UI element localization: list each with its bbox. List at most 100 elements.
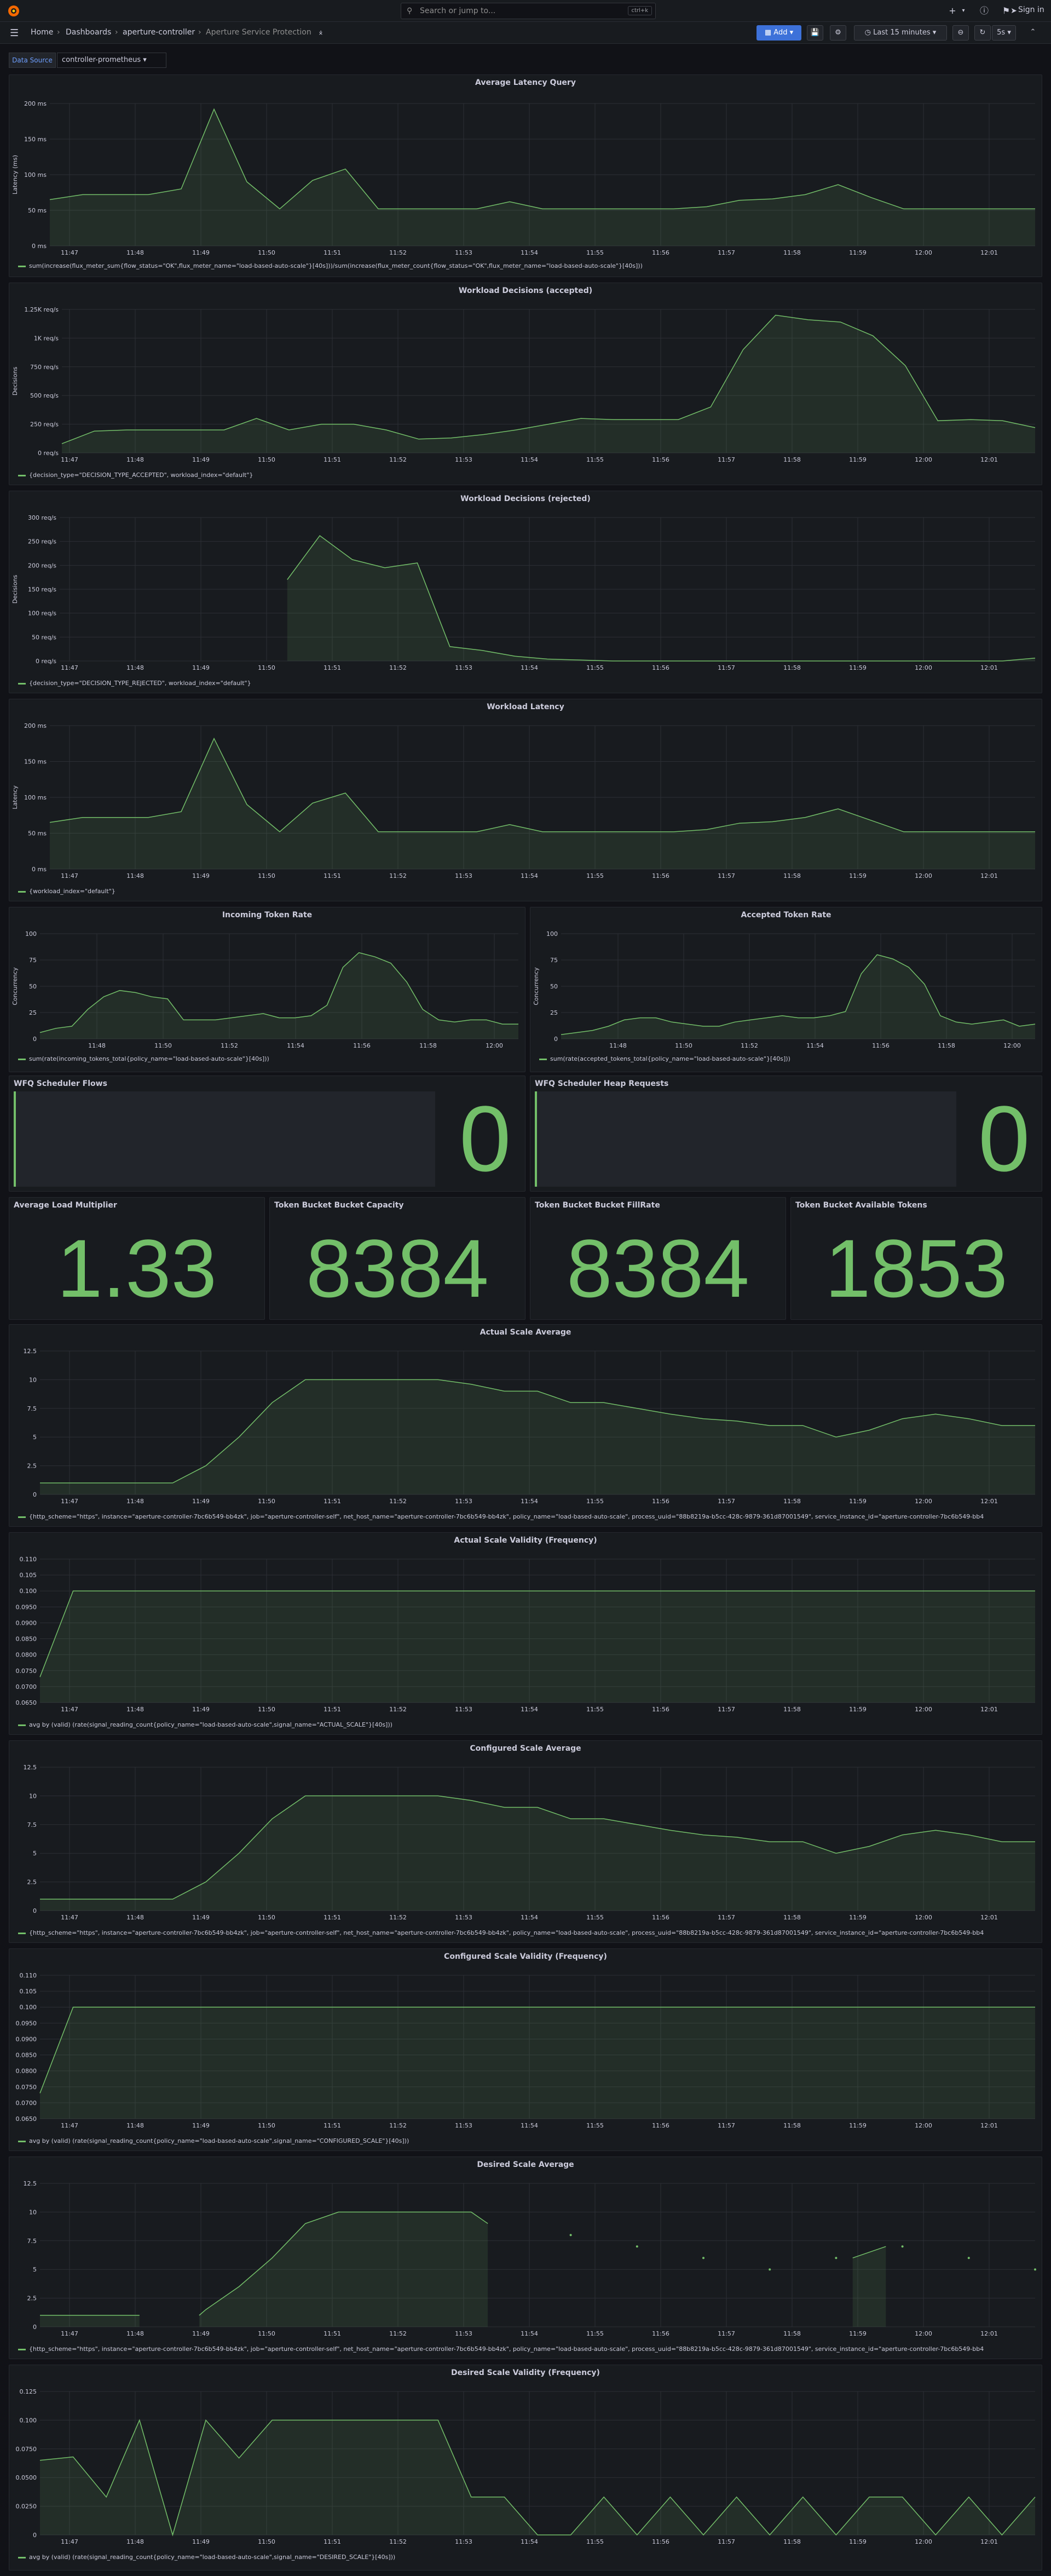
x-tick-label: 11:58 — [783, 872, 801, 879]
series-point — [769, 2268, 771, 2271]
panel-bucket-fillrate[interactable]: Token Bucket Bucket FillRate 8384 — [530, 1197, 786, 1320]
gauge-bar — [14, 1091, 435, 1187]
legend-item[interactable]: avg by (valid) (rate(signal_reading_coun… — [18, 2137, 409, 2144]
x-tick-label: 11:58 — [783, 1498, 801, 1505]
x-tick-label: 12:00 — [915, 1914, 932, 1921]
legend-item[interactable]: avg by (valid) (rate(signal_reading_coun… — [18, 1721, 392, 1728]
x-tick-label: 11:56 — [652, 249, 669, 256]
legend-item[interactable]: sum(increase(flux_meter_sum{flow_status=… — [18, 262, 643, 269]
x-tick-label: 11:54 — [521, 872, 538, 879]
x-tick-label: 11:51 — [324, 2122, 341, 2129]
x-tick-label: 11:47 — [61, 456, 78, 463]
clock-icon: ◷ — [864, 28, 874, 37]
chevron-down-icon[interactable]: ▾ — [957, 4, 970, 18]
y-tick-label: 2.5 — [27, 1463, 37, 1470]
x-tick-label: 12:01 — [980, 1706, 998, 1713]
legend-item[interactable]: {decision_type="DECISION_TYPE_REJECTED",… — [18, 680, 251, 687]
y-tick-label: 75 — [550, 957, 558, 964]
share-icon[interactable]: ⨰ — [314, 26, 327, 39]
menu-icon[interactable]: ☰ — [10, 27, 19, 39]
x-tick-label: 11:57 — [718, 2330, 735, 2337]
panel-bucket-available[interactable]: Token Bucket Available Tokens 1853 — [790, 1197, 1042, 1320]
x-tick-label: 11:57 — [718, 249, 735, 256]
x-tick-label: 11:49 — [192, 2122, 210, 2129]
x-tick-label: 11:53 — [455, 2122, 472, 2129]
x-tick-label: 11:50 — [258, 2330, 275, 2337]
panel-decisions-rejected[interactable]: Workload Decisions (rejected) 0 req/s 50 … — [9, 491, 1042, 693]
legend-item[interactable]: {http_scheme="https", instance="aperture… — [18, 1513, 984, 1520]
y-tick-label: 0.0750 — [16, 2446, 37, 2453]
refresh-button[interactable]: ↻ — [974, 25, 991, 41]
datasource-select[interactable]: controller-prometheus ▾ — [57, 53, 166, 68]
legend-item[interactable]: {http_scheme="https", instance="aperture… — [18, 2345, 984, 2353]
y-tick-label: 100 ms — [24, 794, 47, 801]
panel-title: Workload Decisions (accepted) — [458, 286, 593, 295]
panel-bucket-capacity[interactable]: Token Bucket Bucket Capacity 8384 — [269, 1197, 526, 1320]
x-tick-label: 11:51 — [324, 1498, 341, 1505]
panel-incoming-token-rate[interactable]: Incoming Token Rate 0 25 50 75 100 11:48 11:50… — [9, 907, 526, 1072]
panel-decisions-accepted[interactable]: Workload Decisions (accepted) 0 req/s 250… — [9, 283, 1042, 485]
chart-decisions-rejected: 0 req/s 50 req/s 100 req/s 150 req/s 200 req… — [11, 514, 1036, 671]
add-button[interactable]: ▦ Add ▾ — [757, 25, 801, 41]
panel-avg-latency[interactable]: Average Latency Query 0 ms 50 ms 100 ms 150… — [9, 74, 1042, 277]
time-picker-button[interactable]: ◷ Last 15 minutes ▾ — [854, 25, 947, 41]
legend-item[interactable]: {decision_type="DECISION_TYPE_ACCEPTED",… — [18, 472, 253, 479]
legend-item[interactable]: {workload_index="default"} — [18, 888, 116, 895]
y-tick-label: 0.0700 — [16, 1683, 37, 1691]
panel-configured-scale-validity[interactable]: Configured Scale Validity (Frequency) 0.… — [9, 1948, 1042, 2151]
x-tick-label: 11:49 — [192, 456, 210, 463]
series-swatch — [18, 2348, 26, 2350]
y-tick-label: 0 — [33, 1036, 37, 1043]
x-tick-label: 11:52 — [741, 1042, 758, 1049]
x-tick-label: 12:00 — [486, 1042, 503, 1049]
y-tick-label: 300 req/s — [28, 514, 56, 521]
series-point — [967, 2257, 970, 2259]
x-tick-label: 11:52 — [389, 2330, 407, 2337]
zoom-out-button[interactable]: ⊖ — [952, 25, 969, 41]
save-dashboard-button[interactable]: 💾 — [807, 25, 823, 41]
panel-wfq-flows[interactable]: WFQ Scheduler Flows 0 — [9, 1076, 526, 1192]
refresh-interval-label: 5s — [997, 28, 1006, 37]
series-swatch — [18, 1932, 26, 1934]
panel-actual-scale-avg[interactable]: Actual Scale Average 0 2.5 5 7.5 10 12.5 11:47… — [9, 1324, 1042, 1527]
x-tick-label: 11:48 — [126, 2538, 144, 2545]
panel-wfq-heap[interactable]: WFQ Scheduler Heap Requests 0 — [530, 1076, 1042, 1192]
x-tick-label: 12:00 — [915, 664, 932, 671]
sign-in-link[interactable]: Sign in — [1018, 5, 1044, 14]
legend-item[interactable]: {http_scheme="https", instance="aperture… — [18, 1929, 984, 1936]
panel-desired-scale-avg[interactable]: Desired Scale Average 0 2.5 5 7.5 10 12.5 11:4… — [9, 2157, 1042, 2359]
y-tick-label: 200 ms — [24, 100, 47, 107]
x-tick-label: 11:54 — [521, 456, 538, 463]
y-tick-label: 0.125 — [20, 2388, 37, 2395]
dashboard-toolbar: ☰ Home › Dashboards › aperture-controlle… — [0, 22, 1051, 44]
collapse-toolbar-button[interactable]: ⌃ — [1023, 25, 1043, 41]
panel-title: Configured Scale Validity (Frequency) — [444, 1952, 607, 1961]
dashboard-settings-button[interactable]: ⚙ — [830, 25, 846, 41]
x-tick-label: 11:51 — [324, 1706, 341, 1713]
legend-label: {decision_type="DECISION_TYPE_ACCEPTED",… — [29, 472, 253, 479]
breadcrumb-dashboards[interactable]: Dashboards — [66, 28, 111, 37]
panel-desired-scale-validity[interactable]: Desired Scale Validity (Frequency) 0 0.02… — [9, 2365, 1042, 2571]
panel-configured-scale-avg[interactable]: Configured Scale Average 0 2.5 5 7.5 10 12.5 1… — [9, 1740, 1042, 1943]
panel-avg-load-multiplier[interactable]: Average Load Multiplier 1.33 — [9, 1197, 265, 1320]
x-tick-label: 11:50 — [258, 1498, 275, 1505]
legend-item[interactable]: sum(rate(incoming_tokens_total{policy_na… — [18, 1055, 269, 1062]
help-icon[interactable]: ⓘ — [978, 4, 991, 18]
legend-item[interactable]: sum(rate(accepted_tokens_total{policy_na… — [539, 1055, 790, 1062]
y-tick-label: 150 ms — [24, 136, 47, 143]
grafana-logo-icon[interactable] — [7, 4, 21, 18]
panel-accepted-token-rate[interactable]: Accepted Token Rate 0 25 50 75 100 11:48 11:50… — [530, 907, 1042, 1072]
refresh-interval-picker[interactable]: 5s ▾ — [992, 25, 1016, 41]
panel-actual-scale-validity[interactable]: Actual Scale Validity (Frequency) 0.0650… — [9, 1532, 1042, 1735]
x-tick-label: 11:52 — [389, 2122, 407, 2129]
x-tick-label: 11:55 — [586, 1498, 604, 1505]
x-tick-label: 11:51 — [324, 2330, 341, 2337]
series-area — [50, 738, 1035, 869]
panel-workload-latency[interactable]: Workload Latency 0 ms 50 ms 100 ms 150 ms 20… — [9, 699, 1042, 901]
breadcrumb-folder[interactable]: aperture-controller — [123, 28, 195, 37]
search-bar[interactable]: ⚲ Search or jump to... ctrl+k — [401, 3, 656, 19]
y-tick-label: 200 ms — [24, 722, 47, 729]
y-tick-label: 250 req/s — [30, 421, 59, 428]
breadcrumb-home[interactable]: Home — [31, 28, 53, 37]
legend-item[interactable]: avg by (valid) (rate(signal_reading_coun… — [18, 2554, 395, 2561]
